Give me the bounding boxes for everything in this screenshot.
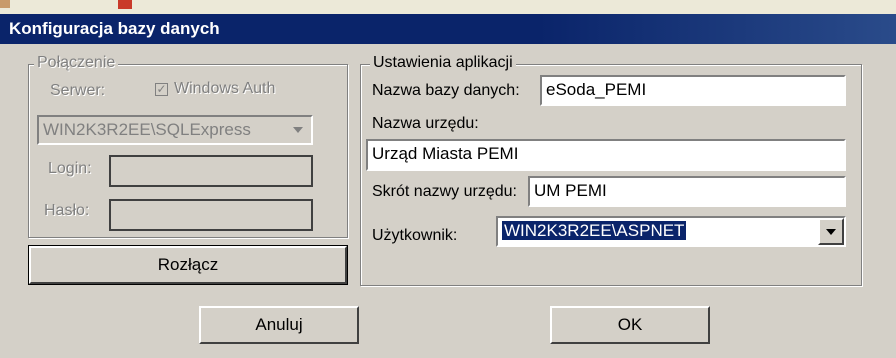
password-field[interactable] [109,199,313,231]
office-short-value: UM PEMI [534,181,607,200]
chevron-down-icon [826,228,836,235]
title-bar[interactable]: Konfiguracja bazy danych [0,14,896,44]
connection-group-label: Połączenie [34,54,119,72]
ok-button[interactable]: OK [550,306,710,344]
server-select-value: WIN2K3R2EE\SQLExpress [43,120,251,139]
login-label: Login: [48,160,92,177]
chevron-down-icon[interactable] [288,121,308,139]
user-dropdown-button[interactable] [818,218,844,245]
background-fragment [118,0,132,9]
office-name-value: Urząd Miasta PEMI [372,144,519,163]
office-name-field[interactable]: Urząd Miasta PEMI [366,139,846,171]
windows-auth-label: Windows Auth [174,80,276,97]
user-select-value: WIN2K3R2EE\ASPNET [502,221,687,240]
user-select[interactable]: WIN2K3R2EE\ASPNET [496,216,846,247]
window-title: Konfiguracja bazy danych [9,19,220,38]
db-name-field[interactable]: eSoda_PEMI [540,75,846,106]
login-field[interactable] [109,155,313,187]
background-strip [0,0,896,14]
windows-auth-checkbox[interactable]: ✓ [155,83,168,96]
cancel-button[interactable]: Anuluj [199,306,359,344]
server-select[interactable]: WIN2K3R2EE\SQLExpress [37,115,313,145]
db-name-value: eSoda_PEMI [546,80,647,99]
office-short-field[interactable]: UM PEMI [528,176,846,207]
office-short-label: Skrót nazwy urzędu: [372,183,517,200]
background-fragment [0,0,10,8]
office-name-label: Nazwa urzędu: [372,115,479,132]
password-label: Hasło: [44,202,90,219]
db-name-label: Nazwa bazy danych: [372,82,520,99]
user-label: Użytkownik: [372,227,458,244]
disconnect-button[interactable]: Rozłącz [28,245,348,285]
server-label: Serwer: [50,82,106,99]
app-settings-group-label: Ustawienia aplikacji [370,54,516,72]
